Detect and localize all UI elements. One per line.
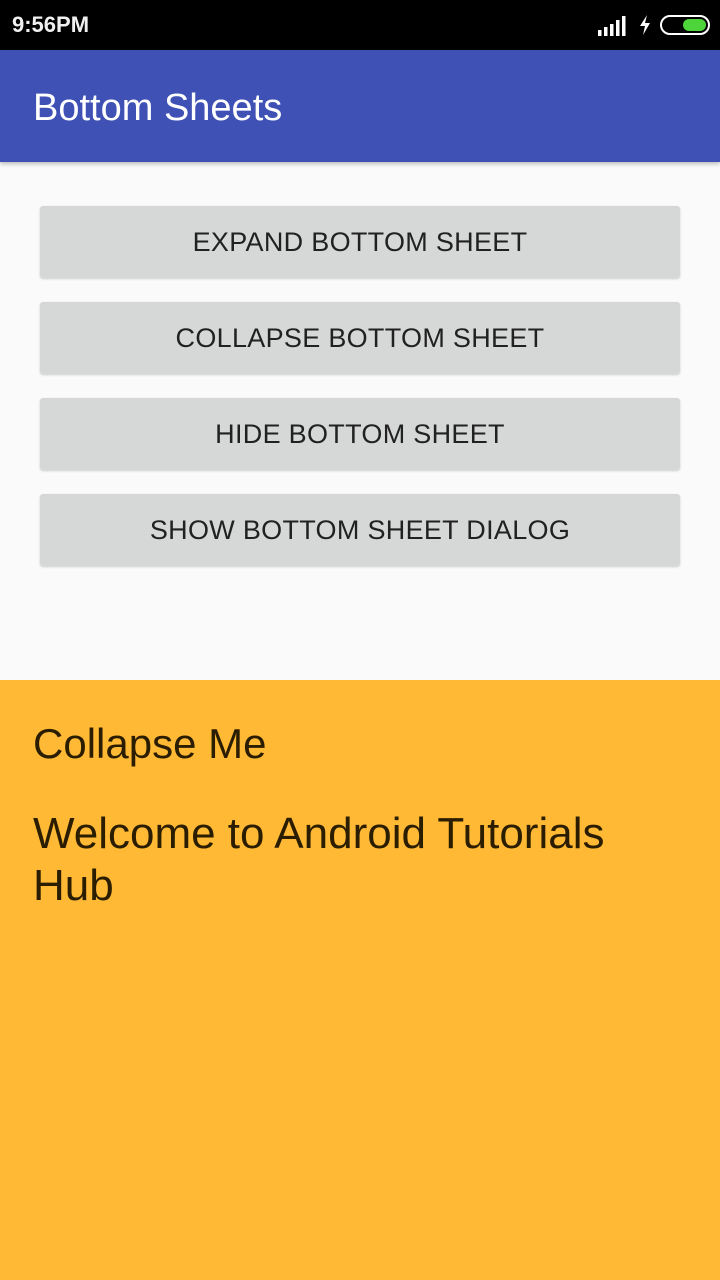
battery-level	[683, 19, 706, 31]
expand-bottom-sheet-button[interactable]: EXPAND BOTTOM SHEET	[40, 206, 680, 278]
bottom-sheet-text: Welcome to Android Tutorials Hub	[33, 809, 605, 910]
charging-icon	[640, 15, 650, 35]
button-group: EXPAND BOTTOM SHEET COLLAPSE BOTTOM SHEE…	[40, 206, 680, 590]
bottom-sheet-heading: Collapse Me	[33, 720, 267, 767]
hide-bottom-sheet-button[interactable]: HIDE BOTTOM SHEET	[40, 398, 680, 470]
app-title: Bottom Sheets	[33, 87, 283, 129]
status-time: 9:56PM	[12, 12, 90, 37]
status-bar: 9:56PM	[0, 0, 720, 50]
show-bottom-sheet-dialog-button[interactable]: SHOW BOTTOM SHEET DIALOG	[40, 494, 680, 566]
collapse-bottom-sheet-button[interactable]: COLLAPSE BOTTOM SHEET	[40, 302, 680, 374]
bottom-sheet[interactable]	[0, 680, 720, 1280]
status-icons	[598, 13, 710, 37]
battery-icon	[660, 15, 710, 35]
app-bar: Bottom Sheets	[0, 50, 720, 162]
signal-icon	[598, 16, 626, 36]
